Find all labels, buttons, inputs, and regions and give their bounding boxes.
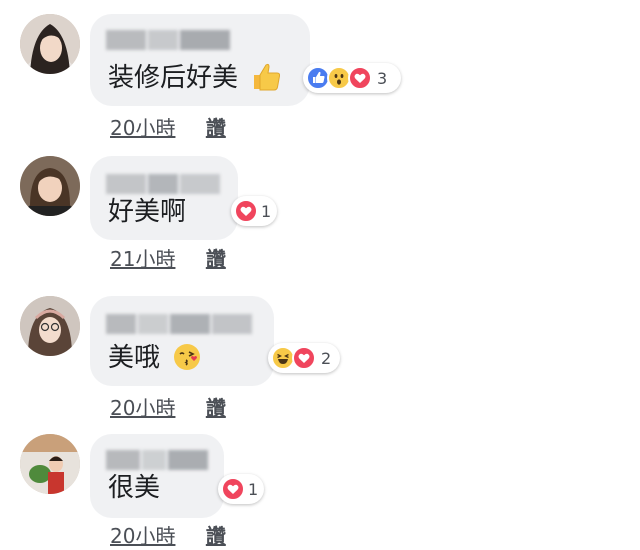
thumbs-up-icon (250, 60, 282, 100)
kissing-face-icon (172, 342, 202, 380)
timestamp-link[interactable]: 20小時 (110, 524, 175, 548)
comment-text-content: 很美 (108, 473, 161, 503)
reaction-count: 2 (321, 348, 332, 368)
comment-text: 装修后好美 (108, 60, 282, 100)
avatar-photo (20, 296, 80, 356)
comment-meta: 20小時 讚 (110, 112, 226, 141)
like-button[interactable]: 讚 (206, 396, 226, 420)
comment-meta: 21小時 讚 (110, 243, 226, 272)
timestamp-link[interactable]: 20小時 (110, 116, 175, 140)
comment-text: 好美啊 (108, 196, 186, 228)
avatar[interactable] (20, 296, 80, 356)
love-reaction-icon (234, 199, 258, 223)
comment-meta: 20小時 讚 (110, 392, 226, 421)
comment-text-content: 装修后好美 (108, 63, 239, 93)
comment-text-content: 好美啊 (108, 197, 187, 227)
author-name-blurred[interactable] (106, 30, 232, 50)
comment-bubble: 美哦 (90, 296, 274, 386)
timestamp-link[interactable]: 20小時 (110, 396, 175, 420)
comment-text: 很美 (108, 472, 160, 504)
author-name-blurred[interactable] (106, 450, 212, 470)
love-reaction-icon (221, 477, 245, 501)
like-button[interactable]: 讚 (206, 247, 226, 271)
comment-text: 美哦 (108, 342, 202, 380)
avatar[interactable] (20, 14, 80, 74)
love-reaction-icon (348, 66, 372, 90)
love-reaction-icon (292, 346, 316, 370)
reaction-summary[interactable]: 1 (231, 196, 277, 226)
comment-bubble: 很美 (90, 434, 224, 518)
comment-meta: 20小時 讚 (110, 520, 226, 549)
avatar[interactable] (20, 434, 80, 494)
avatar-photo (20, 14, 80, 74)
reaction-count: 1 (248, 479, 259, 499)
comment-text-content: 美哦 (108, 343, 161, 373)
comment-bubble: 好美啊 (90, 156, 238, 240)
reaction-summary[interactable]: 1 (218, 474, 264, 504)
timestamp-link[interactable]: 21小時 (110, 247, 175, 271)
reaction-summary[interactable]: 2 (268, 343, 340, 373)
avatar-photo (20, 434, 80, 494)
avatar-photo (20, 156, 80, 216)
like-button[interactable]: 讚 (206, 116, 226, 140)
like-button[interactable]: 讚 (206, 524, 226, 548)
comment-bubble: 装修后好美 (90, 14, 310, 106)
author-name-blurred[interactable] (106, 174, 222, 194)
avatar[interactable] (20, 156, 80, 216)
author-name-blurred[interactable] (106, 314, 256, 334)
reaction-count: 3 (377, 68, 388, 88)
reaction-summary[interactable]: 3 (303, 63, 401, 93)
reaction-count: 1 (261, 201, 272, 221)
